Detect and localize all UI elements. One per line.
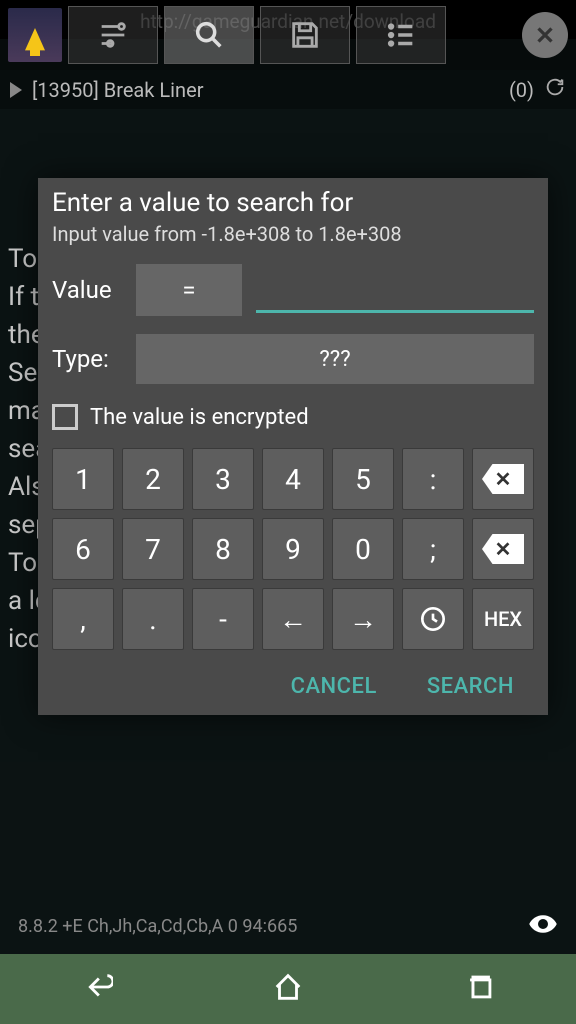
- value-label: Value: [52, 276, 122, 304]
- key-5[interactable]: 5: [332, 448, 394, 510]
- play-icon: [10, 82, 22, 98]
- key-4[interactable]: 4: [262, 448, 324, 510]
- key-8[interactable]: 8: [192, 518, 254, 580]
- sliders-button[interactable]: [68, 6, 158, 64]
- encrypted-checkbox[interactable]: [52, 404, 78, 430]
- app-icon[interactable]: [8, 8, 62, 62]
- list-button[interactable]: [356, 6, 446, 64]
- dialog-title: Enter a value to search for: [52, 178, 534, 218]
- backspace-icon: ✕: [482, 464, 524, 494]
- type-button[interactable]: ???: [136, 334, 534, 384]
- status-text: 8.8.2 +E Ch,Jh,Ca,Cd,Cb,A 0 94:665: [18, 916, 297, 937]
- android-navbar: [0, 954, 576, 1024]
- key-7[interactable]: 7: [122, 518, 184, 580]
- encrypted-label: The value is encrypted: [90, 405, 309, 430]
- key-backspace[interactable]: ✕: [472, 448, 534, 510]
- home-button[interactable]: [271, 970, 305, 1008]
- status-footer: 8.8.2 +E Ch,Jh,Ca,Cd,Cb,A 0 94:665: [18, 909, 558, 944]
- key-history[interactable]: [402, 588, 464, 650]
- key-left[interactable]: ←: [262, 588, 324, 650]
- key-3[interactable]: 3: [192, 448, 254, 510]
- type-label: Type:: [52, 345, 122, 373]
- key-0[interactable]: 0: [332, 518, 394, 580]
- key-clear[interactable]: ✕: [472, 518, 534, 580]
- key-2[interactable]: 2: [122, 448, 184, 510]
- search-button[interactable]: SEARCH: [427, 674, 514, 699]
- result-count: (0): [509, 78, 534, 102]
- cancel-button[interactable]: CANCEL: [291, 674, 377, 699]
- process-label: [13950] Break Liner: [32, 78, 203, 102]
- key-right[interactable]: →: [332, 588, 394, 650]
- refresh-icon[interactable]: [544, 76, 566, 103]
- top-toolbar: [0, 0, 576, 70]
- key-comma[interactable]: ,: [52, 588, 114, 650]
- back-button[interactable]: [79, 970, 113, 1008]
- search-dialog: Enter a value to search for Input value …: [38, 178, 548, 715]
- dialog-subtitle: Input value from -1.8e+308 to 1.8e+308: [52, 222, 534, 246]
- key-1[interactable]: 1: [52, 448, 114, 510]
- key-9[interactable]: 9: [262, 518, 324, 580]
- key-6[interactable]: 6: [52, 518, 114, 580]
- close-button[interactable]: [522, 12, 568, 58]
- key-semicolon[interactable]: ;: [402, 518, 464, 580]
- keypad: 1 2 3 4 5 : ✕ 6 7 8 9 0 ; ✕ , . - ← → HE…: [52, 448, 534, 650]
- visibility-icon[interactable]: [528, 909, 558, 944]
- process-row[interactable]: [13950] Break Liner (0): [0, 70, 576, 109]
- key-hex[interactable]: HEX: [472, 588, 534, 650]
- clear-icon: ✕: [482, 534, 524, 564]
- recent-button[interactable]: [463, 970, 497, 1008]
- save-button[interactable]: [260, 6, 350, 64]
- key-dot[interactable]: .: [122, 588, 184, 650]
- search-tab-button[interactable]: [164, 6, 254, 64]
- value-input[interactable]: [256, 267, 534, 313]
- key-minus[interactable]: -: [192, 588, 254, 650]
- comparison-button[interactable]: =: [136, 264, 242, 316]
- key-colon[interactable]: :: [402, 448, 464, 510]
